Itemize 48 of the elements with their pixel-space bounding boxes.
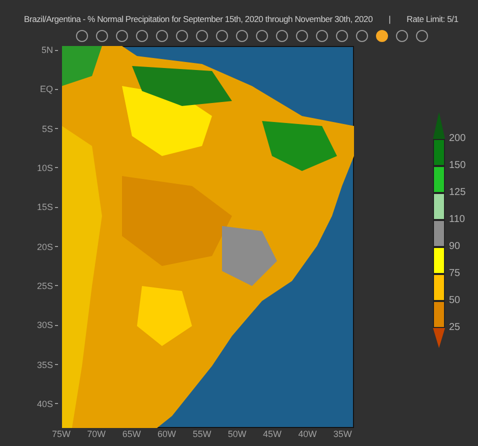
legend-label: 125: [449, 187, 466, 199]
slide-indicator[interactable]: [296, 30, 308, 42]
slide-indicator[interactable]: [336, 30, 348, 42]
slide-indicator[interactable]: [176, 30, 188, 42]
slide-indicator[interactable]: [116, 30, 128, 42]
axis-label: 55W: [192, 428, 212, 440]
axis-label: 45W: [263, 428, 282, 440]
axis-label: 35S: [36, 358, 53, 371]
slide-indicator[interactable]: [396, 30, 408, 42]
axis-label: EQ: [40, 83, 53, 96]
slide-indicator[interactable]: [376, 30, 388, 42]
legend-label: 50: [449, 295, 462, 307]
axis-label: 70W: [87, 428, 106, 440]
slide-indicator[interactable]: [136, 30, 148, 42]
slide-indicator[interactable]: [256, 30, 268, 42]
axis-label: 25S: [36, 280, 53, 292]
slide-indicator[interactable]: [216, 30, 228, 42]
axis-label: 50W: [228, 428, 246, 440]
slide-indicator[interactable]: [156, 30, 168, 42]
legend-label: 90: [449, 241, 462, 253]
axis-label: 60W: [158, 428, 176, 440]
axis-label: 35W: [333, 428, 352, 440]
legend-label: 110: [449, 214, 466, 226]
axis-label: 30S: [36, 319, 53, 332]
axis-label: 10S: [36, 162, 53, 174]
slide-indicator[interactable]: [96, 30, 108, 42]
slide-indicator[interactable]: [316, 30, 328, 42]
axis-label: 5S: [42, 122, 53, 135]
legend-label: 200: [449, 133, 466, 145]
rate-limit-text: Rate Limit: 5/1: [406, 13, 458, 26]
axis-label: 40S: [36, 398, 53, 410]
slide-indicator[interactable]: [236, 30, 248, 42]
slide-indicator[interactable]: [76, 30, 88, 42]
axis-label: 20S: [36, 240, 53, 253]
slide-indicator[interactable]: [356, 30, 368, 42]
slide-indicator[interactable]: [196, 30, 208, 42]
legend-label: 25: [449, 322, 462, 334]
slide-indicator[interactable]: [416, 30, 428, 42]
axis-label: 75W: [52, 428, 71, 440]
axis-label: 40W: [298, 428, 317, 440]
legend-label: 75: [449, 268, 462, 280]
axis-label: 5N: [41, 44, 53, 56]
axis-label: 15S: [36, 201, 53, 214]
chart-title: Brazil/Argentina - % Normal Precipitation for September 15th, 2020 through November 30th, 2020: [24, 13, 373, 26]
legend-label: 150: [449, 160, 466, 172]
slide-indicator[interactable]: [276, 30, 288, 42]
axis-label: 65W: [122, 428, 141, 440]
separator: |: [388, 13, 391, 26]
